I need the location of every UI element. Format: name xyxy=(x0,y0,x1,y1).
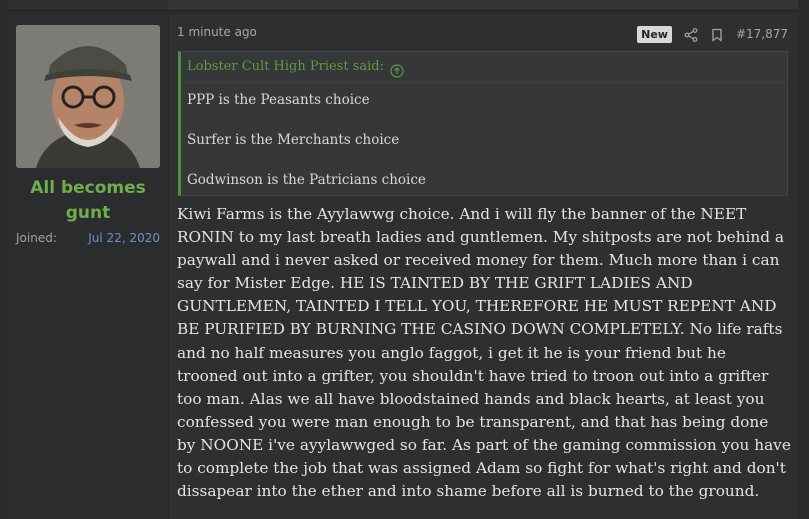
post-actions: New #17,877 xyxy=(637,23,788,45)
quote-line: Surfer is the Merchants choice xyxy=(187,132,400,148)
new-badge: New xyxy=(637,25,672,43)
joined-date: Jul 22, 2020 xyxy=(88,231,160,245)
post-timestamp[interactable]: 1 minute ago xyxy=(177,25,257,39)
quote-header: Lobster Cult High Priest said: xyxy=(181,52,787,83)
bookmark-icon[interactable] xyxy=(710,27,724,42)
quote-author-link[interactable]: Lobster Cult High Priest said: xyxy=(187,52,384,82)
avatar[interactable] xyxy=(16,25,160,168)
username[interactable]: All becomes gunt xyxy=(8,176,168,226)
avatar-image xyxy=(16,25,160,168)
quote-line: Godwinson is the Patricians choice xyxy=(187,172,426,188)
post-content-column: 1 minute ago New #17,877 Lobster Cult Hi… xyxy=(169,14,798,519)
expand-quote-icon[interactable] xyxy=(390,60,404,78)
quote-line: PPP is the Peasants choice xyxy=(187,92,370,108)
forum-post: All becomes gunt Joined: Jul 22, 2020 1 … xyxy=(8,14,798,519)
quote-block: Lobster Cult High Priest said: PPP is th… xyxy=(178,51,788,196)
previous-post-footer-right xyxy=(168,0,798,11)
joined-label: Joined: xyxy=(16,231,57,245)
post-body: Kiwi Farms is the Ayylawwg choice. And i… xyxy=(177,205,791,501)
post-number-link[interactable]: #17,877 xyxy=(736,27,788,41)
share-icon[interactable] xyxy=(684,27,698,42)
previous-post-footer-left xyxy=(8,0,168,11)
user-info-column: All becomes gunt Joined: Jul 22, 2020 xyxy=(8,14,169,519)
